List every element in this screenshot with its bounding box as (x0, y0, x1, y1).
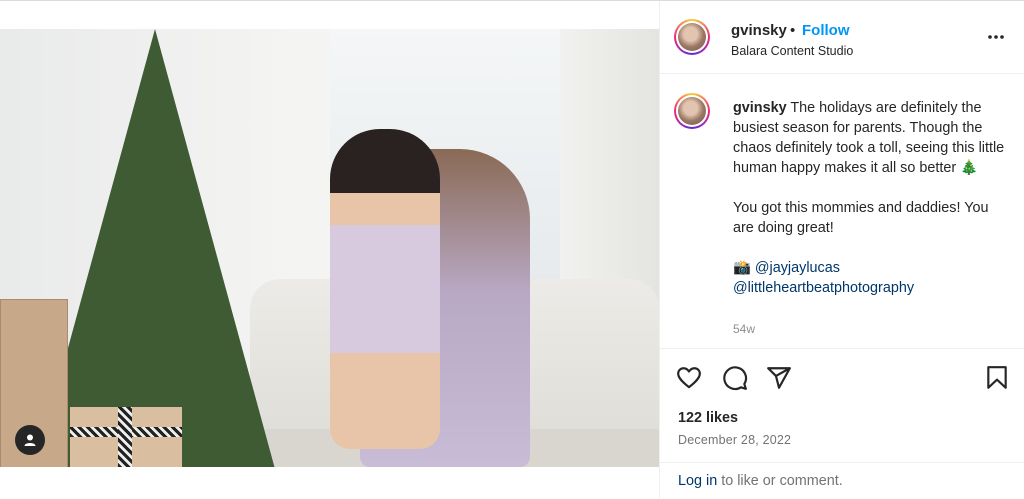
christmas-tree (35, 29, 275, 467)
more-horizontal-icon[interactable] (986, 29, 1006, 45)
caption-text: You got this mommies and daddies! You ar… (733, 200, 989, 236)
mention-link[interactable]: @littleheartbeatphotography (733, 280, 914, 296)
location-link[interactable]: Balara Content Studio (731, 44, 853, 58)
tagged-people-button[interactable] (15, 425, 45, 455)
camera-emoji: 📸 (733, 260, 751, 276)
comment-icon[interactable] (722, 365, 748, 391)
post-date: December 28, 2022 (678, 433, 792, 447)
login-prompt: Log in to like or comment. (660, 462, 1024, 499)
post-caption: gvinsky The holidays are definitely the … (733, 98, 1005, 298)
author-username[interactable]: gvinsky (731, 22, 787, 39)
gift-ribbon (118, 407, 132, 467)
mention-link[interactable]: @jayjaylucas (755, 260, 840, 276)
follow-button[interactable]: Follow (802, 22, 850, 39)
login-text: Log in to like or comment. (678, 473, 843, 489)
instagram-post: gvinsky • Follow Balara Content Studio g… (0, 0, 1024, 498)
avatar[interactable] (674, 93, 710, 129)
caption-username[interactable]: gvinsky (733, 100, 787, 116)
avatar[interactable] (674, 19, 710, 55)
heart-icon[interactable] (676, 365, 702, 391)
separator-dot: • (790, 22, 796, 39)
login-rest-text: to like or comment. (717, 473, 843, 489)
send-icon[interactable] (766, 365, 792, 391)
post-header: gvinsky • Follow Balara Content Studio (660, 1, 1024, 74)
post-side-panel: gvinsky • Follow Balara Content Studio g… (659, 1, 1024, 498)
gift-box (70, 407, 182, 467)
post-photo[interactable] (0, 29, 659, 467)
login-link[interactable]: Log in (678, 473, 717, 489)
child-figure (330, 129, 440, 449)
like-count[interactable]: 122 likes (678, 410, 738, 426)
post-time-ago[interactable]: 54w (733, 322, 755, 336)
action-bar (660, 348, 1024, 409)
bookmark-icon[interactable] (984, 365, 1010, 391)
user-icon (24, 434, 36, 446)
